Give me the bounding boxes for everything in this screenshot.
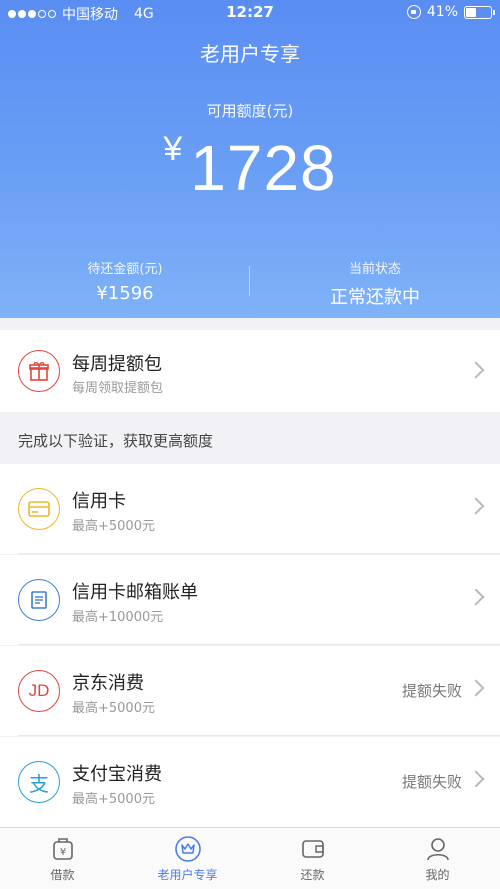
available-limit-label: 可用额度(元) (206, 102, 294, 120)
rotation-lock-icon (406, 5, 421, 19)
item-title: 京东消费 (72, 673, 144, 694)
pending-repayment: 待还金额(元) ¥1596 (0, 258, 250, 304)
list-item-jd[interactable]: JD 京东消费 最高+5000元 提额失败 (0, 646, 500, 736)
weekly-boost-row[interactable]: 每周提额包 每周领取提额包 (0, 330, 500, 412)
tab-me[interactable]: 我的 (375, 828, 500, 889)
status-bar: 中国移动 4G 12:27 41% (0, 0, 500, 26)
verify-section-header: 完成以下验证，获取更高额度 (0, 412, 500, 464)
tab-label: 老用户专享 (157, 868, 218, 882)
item-subtitle: 最高+5000元 (72, 519, 155, 534)
tab-repay[interactable]: 还款 (250, 828, 375, 889)
tab-bar: ¥ 借款 老用户专享 还款 我的 (0, 827, 500, 889)
item-title: 信用卡邮箱账单 (72, 582, 198, 603)
verify-heading: 完成以下验证，获取更高额度 (18, 432, 214, 450)
row-divider (18, 553, 500, 554)
list-item-credit-card[interactable]: 信用卡 最高+5000元 (0, 464, 500, 554)
jd-icon: JD (18, 670, 60, 712)
item-subtitle: 最高+5000元 (72, 792, 155, 807)
row-divider (18, 735, 500, 736)
chevron-right-icon (467, 588, 485, 606)
battery-icon (464, 5, 495, 19)
state-label: 当前状态 (348, 262, 401, 277)
chevron-right-icon (467, 497, 485, 515)
chevron-right-icon (467, 770, 485, 788)
list-item-alipay[interactable]: 支 支付宝消费 最高+5000元 提额失败 (0, 737, 500, 827)
available-amount-value: 1728 (190, 132, 337, 204)
weekly-subtitle: 每周领取提额包 (72, 381, 164, 396)
svg-text:¥: ¥ (59, 847, 65, 858)
row-divider (18, 644, 500, 645)
list-item-email-bill[interactable]: 信用卡邮箱账单 最高+10000元 (0, 555, 500, 645)
status-text: 提额失败 (401, 682, 462, 700)
profile-icon (424, 836, 452, 862)
pending-label: 待还金额(元) (87, 262, 163, 277)
tab-label: 还款 (300, 868, 325, 882)
page-title: 老用户专享 (200, 42, 300, 66)
current-state: 当前状态 正常还款中 (250, 258, 500, 309)
battery-percent: 41% (426, 4, 458, 20)
alipay-icon: 支 (18, 761, 60, 803)
pending-value: ¥1596 (96, 283, 154, 304)
credit-card-icon (18, 488, 60, 530)
currency-symbol: ¥ (163, 130, 183, 168)
tab-label: 我的 (425, 868, 450, 882)
gift-icon (18, 350, 60, 392)
item-title: 支付宝消费 (72, 764, 162, 785)
status-text: 提额失败 (401, 773, 462, 791)
tab-label: 借款 (50, 868, 75, 882)
item-subtitle: 最高+5000元 (72, 701, 155, 716)
loan-icon: ¥ (49, 836, 77, 862)
available-limit-amount: ¥1728 (0, 130, 500, 205)
chevron-right-icon (467, 679, 485, 697)
item-title: 信用卡 (72, 491, 126, 512)
item-subtitle: 最高+10000元 (72, 610, 164, 625)
crown-icon (174, 836, 202, 862)
chevron-right-icon (467, 361, 485, 379)
weekly-title: 每周提额包 (72, 354, 162, 375)
tab-loan[interactable]: ¥ 借款 (0, 828, 125, 889)
wallet-icon (299, 836, 327, 862)
header-panel: 中国移动 4G 12:27 41% 老用户专享 可用额度(元) ¥1728 待还… (0, 0, 500, 318)
tab-vip[interactable]: 老用户专享 (125, 828, 250, 889)
state-value: 正常还款中 (330, 287, 420, 308)
bill-icon (18, 579, 60, 621)
